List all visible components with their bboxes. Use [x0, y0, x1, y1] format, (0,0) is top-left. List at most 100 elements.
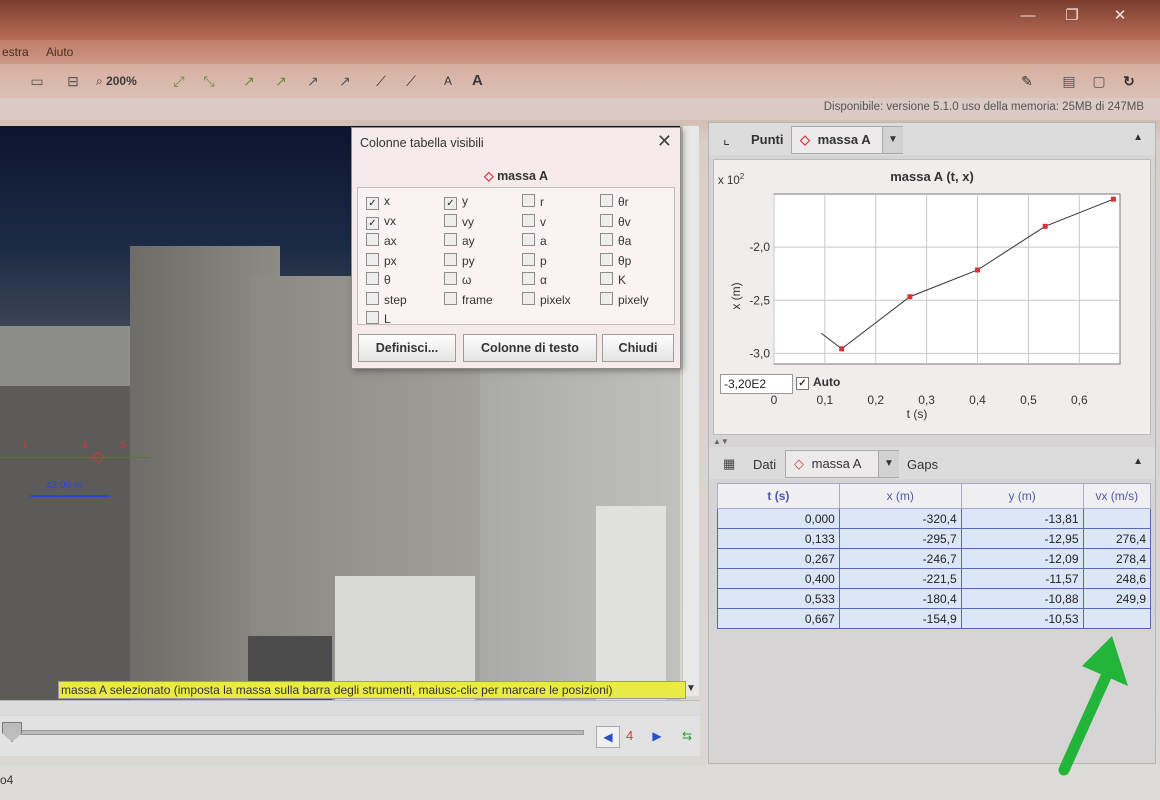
column-checkbox[interactable]: K — [600, 272, 626, 287]
table-cell[interactable]: 249,9 — [1082, 588, 1152, 609]
column-checkbox[interactable]: ✓ y — [444, 194, 468, 210]
table-cell[interactable]: -12,95 — [960, 528, 1084, 549]
table-cell[interactable]: -11,57 — [960, 568, 1084, 589]
close-icon[interactable]: ✕ — [1108, 6, 1132, 26]
chevron-down-icon[interactable]: ▼ — [686, 683, 696, 694]
track-icon[interactable]: ↗ — [240, 72, 258, 90]
column-header[interactable]: y (m) — [960, 483, 1084, 509]
column-checkbox[interactable]: θv — [600, 213, 631, 229]
column-checkbox[interactable]: ✓ x — [366, 194, 390, 210]
column-checkbox[interactable]: frame — [444, 291, 493, 307]
text-columns-button[interactable]: Colonne di testo — [463, 334, 597, 362]
table-cell[interactable]: 248,6 — [1082, 568, 1152, 589]
close-button[interactable]: Chiudi — [602, 334, 674, 362]
frame-slider[interactable] — [14, 730, 584, 735]
font-smaller-button[interactable]: A — [444, 70, 452, 92]
window-icon[interactable]: ▢ — [1090, 72, 1108, 90]
table-cell[interactable]: -246,7 — [838, 548, 962, 569]
table-cell[interactable]: -13,81 — [960, 508, 1084, 529]
table-row[interactable]: 0,533 -180,4 -10,88 249,9 — [717, 588, 1152, 609]
minimize-icon[interactable]: — — [1016, 6, 1040, 26]
plot-type-label[interactable]: Punti — [751, 132, 784, 147]
table-row[interactable]: 0,000 -320,4 -13,81 — [717, 508, 1152, 529]
pencil-icon[interactable]: ✎ — [1018, 72, 1036, 90]
column-checkbox[interactable]: p — [522, 252, 547, 268]
axes-icon[interactable]: ⤢ — [170, 72, 188, 90]
slider-thumb[interactable] — [2, 722, 22, 742]
clip-icon[interactable]: ▭ — [28, 72, 46, 90]
column-checkbox[interactable]: ω — [444, 272, 471, 287]
table-cell[interactable]: 0,533 — [717, 588, 840, 609]
plot-area[interactable]: massa A (t, x) x 102 0 0,1 0,2 0,3 0,4 0,5 0,6… — [713, 159, 1151, 435]
column-checkbox[interactable]: θ — [366, 272, 391, 287]
table-row[interactable]: 0,267 -246,7 -12,09 278,4 — [717, 548, 1152, 569]
chevron-down-icon[interactable]: ▼ — [882, 127, 903, 153]
column-header[interactable]: t (s) — [717, 483, 840, 509]
calibration-stick[interactable] — [30, 495, 110, 497]
table-cell[interactable]: -180,4 — [838, 588, 962, 609]
table-cell[interactable]: 0,400 — [717, 568, 840, 589]
column-checkbox[interactable]: ay — [444, 233, 475, 248]
column-checkbox[interactable]: px — [366, 252, 397, 268]
gaps-label[interactable]: Gaps — [907, 457, 938, 472]
table-cell[interactable]: -221,5 — [838, 568, 962, 589]
step-forward-button[interactable]: ▶ — [648, 726, 666, 746]
table-cell[interactable]: 0,000 — [717, 508, 840, 529]
table-cell[interactable]: -10,53 — [960, 608, 1084, 629]
column-checkbox[interactable]: vy — [444, 213, 474, 229]
table-row[interactable]: 0,667 -154,9 -10,53 — [717, 608, 1152, 629]
table-cell[interactable] — [1082, 508, 1152, 529]
calibration-icon[interactable]: ⤡ — [200, 72, 218, 90]
point-mass-icon[interactable]: ↗ — [272, 72, 290, 90]
menu-item-help[interactable]: Aiuto — [46, 45, 73, 59]
refresh-icon[interactable]: ↻ — [1120, 72, 1138, 90]
bottom-tab-label[interactable]: o4 — [0, 773, 13, 787]
measure-icon[interactable]: ⟋ — [372, 72, 390, 90]
menu-item-window[interactable]: estra — [2, 45, 29, 59]
table-cell[interactable]: -10,88 — [960, 588, 1084, 609]
splitter-arrows[interactable]: ▲▼ — [713, 437, 729, 446]
notes-icon[interactable]: ▤ — [1060, 72, 1078, 90]
column-checkbox[interactable]: α — [522, 272, 547, 287]
chevron-up-icon[interactable]: ▲ — [1133, 456, 1143, 467]
font-larger-button[interactable]: A — [472, 70, 483, 92]
zoom-button[interactable]: ⌕ 200% — [96, 70, 137, 92]
data-mass-combo[interactable]: ◇ massa A ▼ — [785, 450, 899, 478]
column-checkbox[interactable]: pixelx — [522, 291, 571, 307]
table-cell[interactable]: 0,667 — [717, 608, 840, 629]
column-checkbox[interactable]: ax — [366, 233, 397, 248]
table-cell[interactable]: -320,4 — [838, 508, 962, 529]
table-row[interactable]: 0,133 -295,7 -12,95 276,4 — [717, 528, 1152, 549]
column-checkbox[interactable]: v — [522, 213, 546, 229]
video-vertical-scrollbar[interactable] — [682, 126, 699, 696]
column-checkbox[interactable]: θp — [600, 252, 631, 268]
protractor-icon[interactable]: ⟋ — [402, 72, 420, 90]
maximize-icon[interactable]: ❐ — [1060, 6, 1084, 26]
column-checkbox[interactable]: py — [444, 252, 475, 268]
vector-sum-icon[interactable]: ↗ — [336, 72, 354, 90]
table-cell[interactable]: 0,267 — [717, 548, 840, 569]
chevron-up-icon[interactable]: ▲ — [1133, 132, 1143, 143]
column-header[interactable]: vx (m/s) — [1082, 483, 1152, 509]
column-checkbox[interactable]: a — [522, 233, 547, 248]
chevron-down-icon[interactable]: ▼ — [878, 451, 899, 477]
column-header[interactable]: x (m) — [838, 483, 962, 509]
table-cell[interactable] — [1082, 608, 1152, 629]
column-checkbox[interactable]: r — [522, 194, 544, 209]
tape-icon[interactable]: ⊟ — [64, 72, 82, 90]
table-cell[interactable]: -12,09 — [960, 548, 1084, 569]
column-checkbox[interactable]: L — [366, 311, 391, 326]
define-button[interactable]: Definisci... — [358, 334, 456, 362]
close-icon[interactable]: ✕ — [657, 131, 672, 152]
data-table[interactable]: t (s) x (m) y (m) vx (m/s) 0,000 -320,4 -1… — [717, 483, 1152, 629]
column-checkbox[interactable]: pixely — [600, 291, 649, 307]
vector-icon[interactable]: ↗ — [304, 72, 322, 90]
video-horizontal-scrollbar[interactable] — [0, 700, 700, 715]
column-checkbox[interactable]: step — [366, 291, 407, 307]
column-checkbox[interactable]: θa — [600, 233, 631, 248]
table-cell[interactable]: 276,4 — [1082, 528, 1152, 549]
table-cell[interactable]: 0,133 — [717, 528, 840, 549]
column-checkbox[interactable]: ✓ vx — [366, 214, 396, 230]
table-row[interactable]: 0,400 -221,5 -11,57 248,6 — [717, 568, 1152, 589]
column-checkbox[interactable]: θr — [600, 194, 629, 209]
